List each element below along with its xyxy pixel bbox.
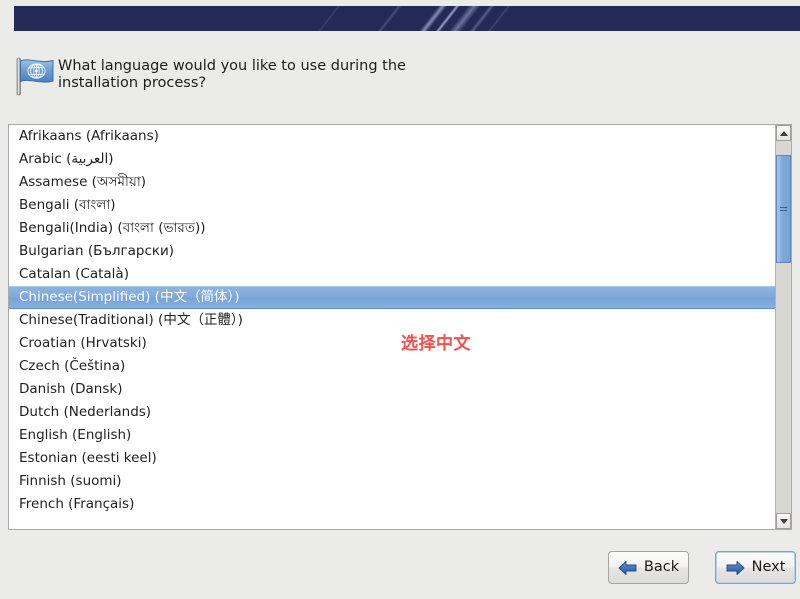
list-item[interactable]: Estonian (eesti keel) — [9, 447, 775, 470]
next-button[interactable]: Next — [715, 551, 796, 584]
list-item[interactable]: Afrikaans (Afrikaans) — [9, 125, 775, 148]
back-button[interactable]: Back — [608, 551, 689, 584]
list-item[interactable]: Bengali(India) (বাংলা (ভারত)) — [9, 217, 775, 240]
scrollbar-thumb[interactable] — [776, 155, 791, 263]
language-list[interactable]: Afrikaans (Afrikaans) Arabic (العربية) A… — [9, 125, 775, 529]
scroll-down-button[interactable] — [776, 513, 791, 529]
next-button-label: Next — [751, 559, 786, 576]
list-item[interactable]: Catalan (Català) — [9, 263, 775, 286]
list-item[interactable]: Bulgarian (Български) — [9, 240, 775, 263]
list-item[interactable]: Assamese (অসমীয়া) — [9, 171, 775, 194]
vertical-scrollbar[interactable] — [775, 125, 791, 529]
grip-icon — [780, 205, 787, 213]
page-title: What language would you like to use duri… — [58, 58, 406, 91]
list-item[interactable]: Finnish (suomi) — [9, 470, 775, 493]
scrollbar-track[interactable] — [776, 141, 791, 513]
list-item[interactable]: Arabic (العربية) — [9, 148, 775, 171]
list-item[interactable]: Danish (Dansk) — [9, 378, 775, 401]
scroll-up-button[interactable] — [776, 125, 791, 141]
title-banner-area — [0, 0, 800, 37]
back-button-label: Back — [643, 559, 680, 576]
un-flag-icon — [12, 54, 58, 98]
list-item[interactable]: Czech (Čeština) — [9, 355, 775, 378]
list-item[interactable]: Dutch (Nederlands) — [9, 401, 775, 424]
title-banner — [14, 6, 800, 31]
list-item[interactable]: French (Français) — [9, 493, 775, 516]
list-item[interactable]: Bengali (বাংলা) — [9, 194, 775, 217]
banner-streak — [331, 6, 421, 31]
list-item[interactable]: English (English) — [9, 424, 775, 447]
list-item[interactable]: Croatian (Hrvatski) — [9, 332, 775, 355]
list-item-selected[interactable]: Chinese(Simplified) (中文（简体）) — [9, 286, 775, 309]
page-header: What language would you like to use duri… — [0, 46, 800, 106]
arrow-right-icon — [726, 560, 745, 576]
chevron-up-icon — [779, 130, 788, 136]
chevron-down-icon — [779, 518, 788, 524]
arrow-left-icon — [618, 560, 637, 576]
annotation-label: 选择中文 — [401, 334, 471, 354]
footer-button-bar: Back Next — [0, 537, 800, 599]
list-item[interactable]: Chinese(Traditional) (中文（正體）) — [9, 309, 775, 332]
language-listbox[interactable]: Afrikaans (Afrikaans) Arabic (العربية) A… — [8, 124, 792, 530]
banner-streak — [271, 6, 360, 31]
